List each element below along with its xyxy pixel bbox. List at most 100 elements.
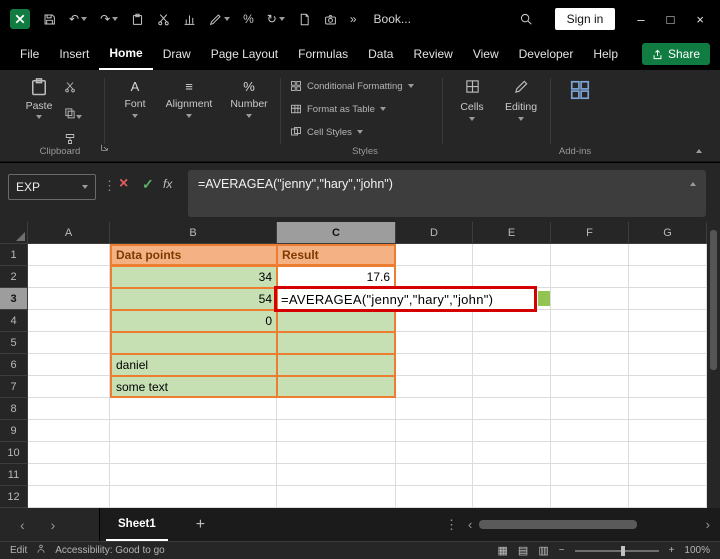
column-header-c[interactable]: C [277,222,396,244]
cell-g4[interactable] [629,310,707,332]
enter-icon[interactable]: ✓ [142,176,154,193]
row-header-3[interactable]: 3 [0,288,28,310]
cell-a2[interactable] [28,266,110,288]
cell-f12[interactable] [551,486,629,508]
cell-e12[interactable] [473,486,551,508]
cell-c9[interactable] [277,420,396,442]
menu-item-data[interactable]: Data [358,38,403,70]
column-header-d[interactable]: D [396,222,473,244]
collapse-formula-bar-icon[interactable] [690,182,696,186]
cut-button[interactable] [64,80,82,98]
cell-c1[interactable]: Result [277,244,396,266]
workbook-name[interactable]: Book... [374,12,411,26]
save-icon[interactable] [43,13,56,26]
excel-logo-icon[interactable] [10,9,30,29]
cell-d4[interactable] [396,310,473,332]
cell-d9[interactable] [396,420,473,442]
menu-item-draw[interactable]: Draw [153,38,201,70]
menu-item-file[interactable]: File [10,38,49,70]
row-header-7[interactable]: 7 [0,376,28,398]
cell-f7[interactable] [551,376,629,398]
chart-icon[interactable] [183,13,196,26]
cell-d10[interactable] [396,442,473,464]
document-icon[interactable] [298,13,311,26]
menu-item-help[interactable]: Help [583,38,628,70]
cell-a1[interactable] [28,244,110,266]
menu-item-page-layout[interactable]: Page Layout [201,38,288,70]
cell-c12[interactable] [277,486,396,508]
cell-e7[interactable] [473,376,551,398]
cell-b5[interactable] [110,332,277,354]
menu-item-formulas[interactable]: Formulas [288,38,358,70]
minimize-button[interactable]: – [637,12,644,27]
cell-a9[interactable] [28,420,110,442]
select-all-corner[interactable] [0,222,28,244]
cell-b6[interactable]: daniel [110,354,277,376]
cell-g8[interactable] [629,398,707,420]
cell-f8[interactable] [551,398,629,420]
cell-g12[interactable] [629,486,707,508]
cell-c11[interactable] [277,464,396,486]
row-header-12[interactable]: 12 [0,486,28,508]
column-header-g[interactable]: G [629,222,707,244]
cell-f1[interactable] [551,244,629,266]
menu-item-view[interactable]: View [463,38,509,70]
insert-function-icon[interactable]: fx [163,177,172,191]
zoom-slider-thumb[interactable] [621,546,625,556]
cell-e5[interactable] [473,332,551,354]
undo-icon[interactable]: ↶ [69,12,87,26]
cell-g5[interactable] [629,332,707,354]
cell-e6[interactable] [473,354,551,376]
cell-d11[interactable] [396,464,473,486]
redo-icon[interactable]: ↷ [100,12,118,26]
cell-f9[interactable] [551,420,629,442]
close-button[interactable]: × [696,12,704,27]
share-button[interactable]: Share [642,43,710,65]
cell-a5[interactable] [28,332,110,354]
cell-g7[interactable] [629,376,707,398]
collapse-ribbon-icon[interactable] [696,149,702,153]
column-header-a[interactable]: A [28,222,110,244]
next-sheet-icon[interactable]: › [51,517,56,533]
sheet-options-icon[interactable]: ⋮ [445,517,458,533]
cell-e10[interactable] [473,442,551,464]
column-header-e[interactable]: E [473,222,551,244]
cell-d2[interactable] [396,266,473,288]
cell-b11[interactable] [110,464,277,486]
cell-a11[interactable] [28,464,110,486]
scroll-right-icon[interactable]: › [706,517,710,532]
cell-b3[interactable]: 54 [110,288,277,310]
zoom-slider[interactable] [575,550,659,552]
font-button[interactable]: A Font [112,79,158,118]
sign-in-button[interactable]: Sign in [555,8,616,30]
cell-e11[interactable] [473,464,551,486]
page-layout-view-icon[interactable]: ▤ [518,544,528,557]
scroll-left-icon[interactable]: ‹ [468,517,472,532]
horizontal-scrollbar-track[interactable] [479,520,698,529]
cell-c6[interactable] [277,354,396,376]
cell-b4[interactable]: 0 [110,310,277,332]
cell-b8[interactable] [110,398,277,420]
sheet-tab-sheet1[interactable]: Sheet1 [106,508,168,541]
cell-d6[interactable] [396,354,473,376]
normal-view-icon[interactable]: ▦ [498,544,508,557]
prev-sheet-icon[interactable]: ‹ [20,517,25,533]
copy-button[interactable] [64,106,82,124]
row-header-10[interactable]: 10 [0,442,28,464]
editing-button[interactable]: Editing [498,79,544,121]
cell-c7[interactable] [277,376,396,398]
cancel-icon[interactable]: × [119,175,128,193]
more-commands-icon[interactable]: » [350,12,357,26]
cell-a7[interactable] [28,376,110,398]
cell-b10[interactable] [110,442,277,464]
row-header-6[interactable]: 6 [0,354,28,376]
menu-item-insert[interactable]: Insert [49,38,99,70]
cell-e4[interactable] [473,310,551,332]
vertical-scrollbar[interactable] [707,222,720,508]
row-header-8[interactable]: 8 [0,398,28,420]
cell-e8[interactable] [473,398,551,420]
cell-g9[interactable] [629,420,707,442]
pen-icon[interactable] [209,13,230,26]
paste-button[interactable]: Paste [20,77,58,119]
formula-bar-drag-handle[interactable]: ⋮ [103,178,116,194]
